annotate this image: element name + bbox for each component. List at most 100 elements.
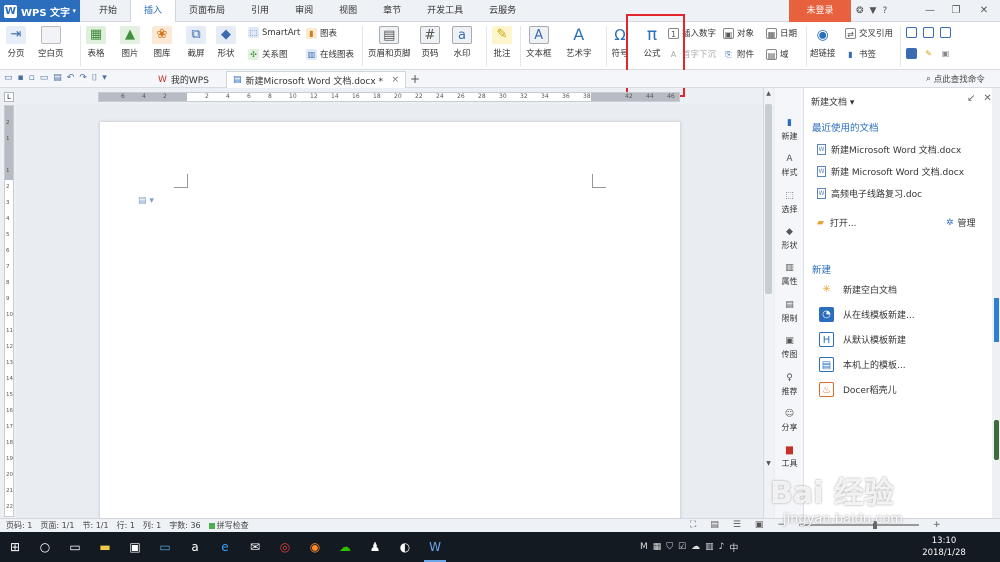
tray-app-icon[interactable]: ▦ [653, 542, 662, 552]
app-menu-button[interactable]: W WPS 文字 ▾ [0, 0, 80, 22]
vertical-scrollbar[interactable]: ▲ ▼ [763, 88, 773, 518]
tray-ime-icon[interactable]: 中 [729, 541, 738, 554]
spell-check-button[interactable]: 拼写检查 [208, 520, 249, 531]
vertical-ruler[interactable]: 2 1 1 2 3 4 5 6 7 8 9 10 11 12 13 14 15 16 17 18 19 20 21 22 [4, 105, 14, 517]
amazon-icon[interactable]: a [180, 532, 210, 562]
netease-music-icon[interactable]: ◎ [270, 532, 300, 562]
scrollbar-thumb[interactable] [765, 104, 772, 294]
bookmark-button[interactable]: ▮ 书签 [845, 48, 876, 61]
ruler-corner[interactable]: L [4, 92, 14, 102]
shirt-icon[interactable]: ▼ [870, 6, 877, 16]
picture-button[interactable]: ▲ 图片 [120, 26, 140, 59]
panel-header[interactable]: 新建文档 ▾ [811, 95, 854, 108]
panel-close-icon[interactable]: ✕ [983, 93, 991, 104]
find-command[interactable]: ⌕ 点此查找命令 [926, 73, 985, 85]
tab-developer[interactable]: 开发工具 [414, 0, 476, 22]
tab-mywps[interactable]: W 我的WPS [152, 71, 228, 88]
form-icon[interactable] [906, 48, 917, 59]
sidetab-recommend[interactable]: ♀ 推荐 [775, 373, 804, 397]
sidetab-properties[interactable]: ▥ 属性 [775, 263, 804, 287]
online-template-item[interactable]: ◔ 从在线模板新建... [819, 307, 915, 322]
watermark-button[interactable]: a 水印 [452, 26, 472, 59]
undo-icon[interactable]: ↶ [67, 73, 75, 83]
local-template-item[interactable]: ▤ 本机上的模板... [819, 357, 906, 372]
grid-view-icon[interactable] [906, 27, 917, 38]
screenshot-button[interactable]: ⧉ 截屏 [186, 26, 206, 59]
tab-page-layout[interactable]: 页面布局 [176, 0, 238, 22]
store-icon[interactable]: ▣ [120, 532, 150, 562]
tray-network-icon[interactable]: ▥ [705, 542, 714, 552]
cortana-icon[interactable]: ○ [30, 532, 60, 562]
sidetab-upload-image[interactable]: ▣ 传图 [775, 336, 804, 360]
wps-taskbar-icon[interactable]: W [420, 532, 450, 562]
recent-doc-item[interactable]: W 新建 Microsoft Word 文档.docx [817, 165, 964, 178]
scroll-up-icon[interactable]: ▲ [764, 90, 773, 97]
open-button[interactable]: ▰ 打开... [817, 216, 857, 230]
table-button[interactable]: ▦ 表格 [86, 26, 106, 59]
shape-button[interactable]: ◆ 形状 [216, 26, 236, 59]
tab-home[interactable]: 开始 [86, 0, 130, 22]
tab-document[interactable]: ▤ 新建Microsoft Word 文档.docx * × [226, 71, 406, 88]
orange-app-icon[interactable]: ◉ [300, 532, 330, 562]
relation-chart-button[interactable]: ✣ 关系图 [248, 48, 288, 60]
qq-icon[interactable]: ♟ [360, 532, 390, 562]
hyperlink-button[interactable]: ◉ 超链接 [810, 26, 836, 59]
sidetab-share[interactable]: ☺ 分享 [775, 409, 804, 433]
print-preview-icon[interactable]: ▫ [29, 73, 35, 83]
edge-widget[interactable] [994, 420, 999, 460]
new-blank-doc-item[interactable]: ✳ 新建空白文档 [819, 282, 897, 297]
tab-references[interactable]: 引用 [238, 0, 282, 22]
tab-review[interactable]: 审阅 [282, 0, 326, 22]
sidetab-select[interactable]: ⬚ 选择 [775, 191, 804, 215]
pencil-icon[interactable]: ✎ [923, 48, 934, 59]
paragraph-layout-icon[interactable]: ▤ ▾ [138, 196, 154, 206]
sidetab-style[interactable]: A 样式 [775, 154, 804, 178]
document-canvas[interactable]: ▤ ▾ [16, 104, 762, 518]
new-tab-button[interactable]: + [410, 72, 420, 86]
windows-start-icon[interactable]: ⊞ [0, 532, 30, 562]
sidetab-tools[interactable]: ▆ 工具 [775, 445, 804, 469]
document-page[interactable]: ▤ ▾ [100, 122, 680, 518]
cross-ref-button[interactable]: ⇄ 交叉引用 [845, 27, 893, 39]
docer-item[interactable]: ♨ Docer稻壳儿 [819, 382, 897, 397]
gallery-button[interactable]: ❀ 图库 [152, 26, 172, 59]
scroll-down-icon[interactable]: ▼ [764, 460, 773, 467]
header-footer-button[interactable]: ▤ 页眉和页脚 [368, 26, 411, 59]
edge-expand-handle[interactable] [994, 298, 999, 342]
pin-icon[interactable]: ↙ [967, 93, 975, 104]
status-words[interactable]: 字数: 36 [169, 520, 200, 531]
tab-cloud[interactable]: 云服务 [476, 0, 529, 22]
minimize-button[interactable]: — [920, 0, 940, 22]
task-view-icon[interactable]: ▭ [60, 532, 90, 562]
tray-shield-icon[interactable]: ⛉ [666, 542, 673, 552]
check-view-icon[interactable] [923, 27, 934, 38]
sidetab-restrict[interactable]: ▤ 限制 [775, 300, 804, 324]
tab-insert[interactable]: 插入 [130, 0, 177, 23]
wechat-icon[interactable]: ☁ [330, 532, 360, 562]
tab-chapter[interactable]: 章节 [370, 0, 414, 22]
wordart-button[interactable]: A 艺术字 [566, 26, 592, 60]
sidetab-new[interactable]: ▮ 新建 [775, 118, 804, 142]
sidetab-shape[interactable]: ◆ 形状 [775, 227, 804, 251]
chart-button[interactable]: ▮ 图表 [306, 27, 337, 39]
close-tab-icon[interactable]: × [391, 75, 399, 85]
attachment-button[interactable]: ⎘ 附件 [723, 48, 754, 61]
lock-icon[interactable]: ▣ [940, 48, 951, 59]
login-button[interactable]: 未登录 [789, 0, 851, 22]
zoom-in-icon[interactable]: + [933, 520, 941, 530]
more-icon[interactable]: ▾ [102, 73, 107, 83]
save-icon[interactable]: ▪ [18, 73, 24, 83]
tray-volume-icon[interactable]: ♪ [719, 542, 725, 552]
restore-button[interactable]: ❐ [946, 0, 966, 22]
tray-wechat-icon[interactable]: ☁ [691, 542, 700, 552]
recent-doc-item[interactable]: W 新建Microsoft Word 文档.docx [817, 143, 961, 156]
field-button[interactable]: ▤ 域 [766, 48, 789, 60]
tray-check-icon[interactable]: ☑ [678, 542, 686, 552]
monitor-icon[interactable]: ▭ [150, 532, 180, 562]
online-chart-button[interactable]: ▥ 在线图表 [306, 48, 354, 60]
fullscreen-icon[interactable]: ⛶ [690, 520, 696, 530]
help-icon[interactable]: ? [882, 6, 887, 16]
print-icon[interactable]: ▭ [40, 73, 49, 83]
page-number-button[interactable]: # 页码 [420, 26, 440, 59]
horizontal-ruler[interactable]: 6 4 2 2 4 6 8 10 12 14 16 18 20 22 24 26 28 30 32 34 36 38 42 4… [98, 92, 680, 102]
